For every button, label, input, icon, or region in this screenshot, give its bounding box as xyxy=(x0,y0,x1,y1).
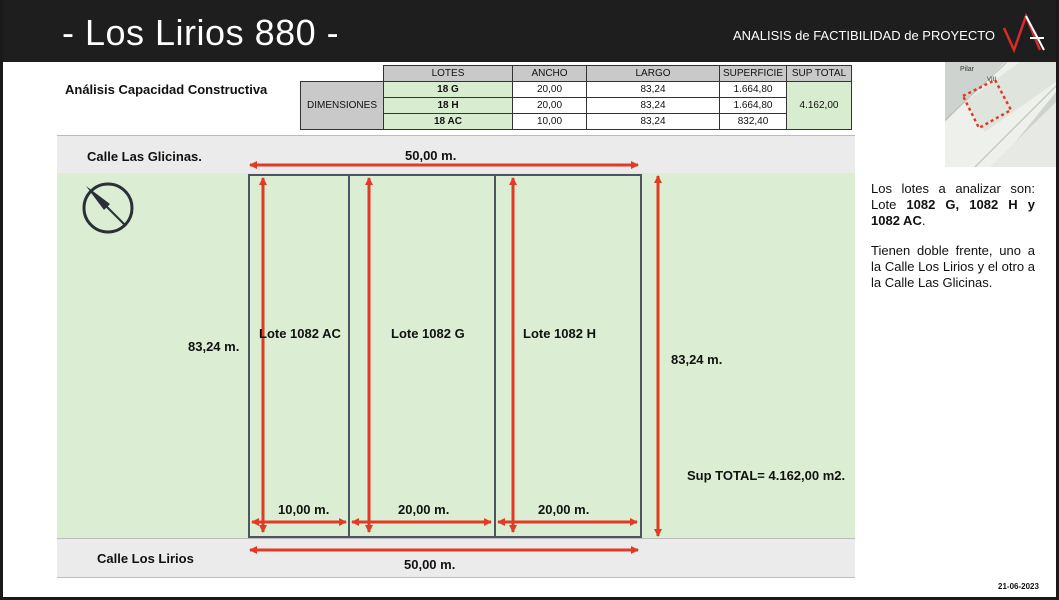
slide-frame xyxy=(0,0,1059,600)
